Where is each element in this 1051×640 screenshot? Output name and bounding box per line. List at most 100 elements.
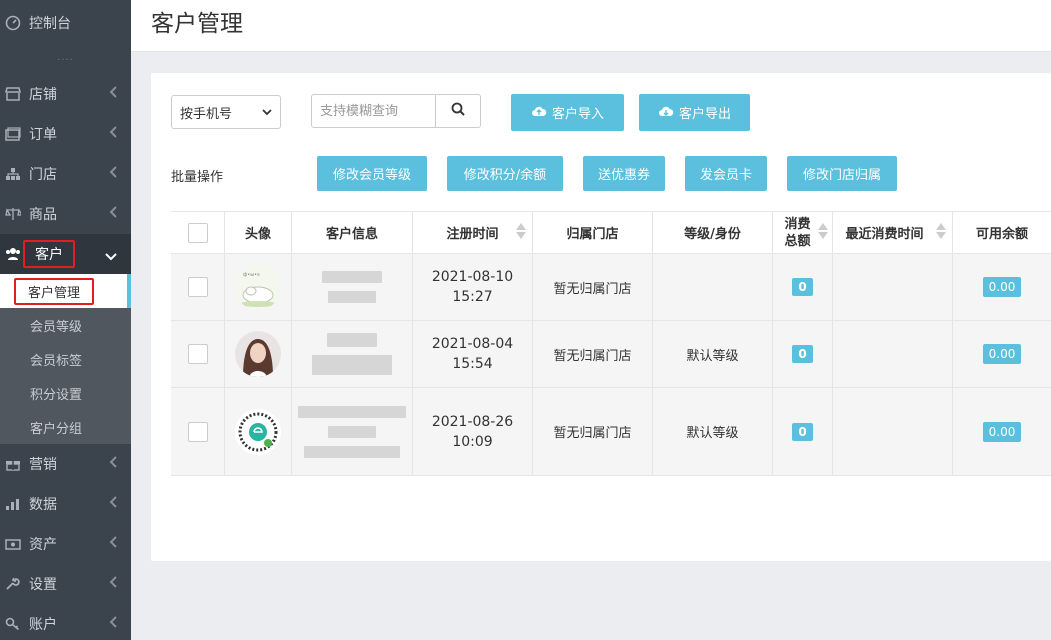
sidebar-item-customers[interactable]: 客户 bbox=[0, 234, 131, 274]
store-icon bbox=[4, 165, 22, 183]
sort-icon[interactable] bbox=[516, 223, 526, 239]
total-spend-cell: 0 bbox=[772, 321, 832, 387]
modify-store-button[interactable]: 修改门店归属 bbox=[787, 156, 897, 191]
sidebar-item-label: 控制台 bbox=[29, 16, 71, 32]
balance-cell: 0.00 bbox=[952, 254, 1051, 320]
main-card: 按手机号 客户导入 客户导出 批量操作 修改会员等级 修改积分/余额 送优惠券 … bbox=[151, 73, 1051, 561]
chevron-left-icon bbox=[109, 456, 117, 472]
header-level: 等级/身份 bbox=[652, 212, 772, 253]
table-row[interactable]: 2021-08-04 15:54 暂无归属门店 默认等级 0 0.00 bbox=[171, 321, 1051, 388]
date-text: 2021-08-26 bbox=[431, 413, 514, 430]
sidebar-item-dashboard[interactable]: 控制台 bbox=[0, 0, 131, 46]
avatar-cell bbox=[224, 321, 291, 387]
button-label: 客户导出 bbox=[678, 107, 731, 122]
sidebar-item-assets[interactable]: 资产 bbox=[0, 524, 131, 564]
search-group bbox=[311, 94, 481, 128]
sidebar-item-account[interactable]: 账户 bbox=[0, 604, 131, 640]
header-total-spend[interactable]: 消费 总额 bbox=[772, 212, 832, 253]
chevron-left-icon bbox=[109, 496, 117, 512]
goods-icon bbox=[4, 205, 22, 223]
spend-badge: 0 bbox=[792, 278, 813, 296]
date-text: 2021-08-04 bbox=[431, 336, 514, 352]
header-checkbox-cell bbox=[171, 212, 224, 253]
select-all-checkbox[interactable] bbox=[187, 222, 208, 243]
sort-icon[interactable] bbox=[936, 223, 946, 239]
total-spend-cell: 0 bbox=[772, 388, 832, 475]
header-customer-info: 客户信息 bbox=[291, 212, 412, 253]
sidebar-item-shop[interactable]: 店铺 bbox=[0, 74, 131, 114]
sub-item-label: 客户管理 bbox=[28, 285, 81, 301]
level-cell bbox=[652, 254, 772, 320]
send-coupon-button[interactable]: 送优惠券 bbox=[583, 156, 665, 191]
search-type-select[interactable]: 按手机号 bbox=[171, 95, 281, 129]
chevron-left-icon bbox=[109, 536, 117, 552]
highlight-box: 客户管理 bbox=[14, 277, 95, 305]
row-checkbox[interactable] bbox=[187, 277, 208, 297]
sidebar-item-data[interactable]: 数据 bbox=[0, 484, 131, 524]
sidebar-item-label: 设置 bbox=[29, 577, 57, 593]
modify-member-level-button[interactable]: 修改会员等级 bbox=[317, 156, 427, 191]
sidebar-item-label: 订单 bbox=[29, 127, 57, 143]
table-row[interactable]: 2021-08-26 10:09 暂无归属门店 默认等级 0 0.00 bbox=[171, 388, 1051, 476]
header-last-spend-time[interactable]: 最近消费时间 bbox=[832, 212, 952, 253]
balance-cell: 0.00 bbox=[952, 388, 1051, 475]
row-checkbox[interactable] bbox=[187, 421, 208, 442]
sidebar-item-stores[interactable]: 门店 bbox=[0, 154, 131, 194]
sort-icon[interactable] bbox=[818, 223, 828, 239]
header-avatar: 头像 bbox=[224, 212, 291, 253]
select-value: 按手机号 bbox=[180, 106, 233, 122]
balance-badge: 0.00 bbox=[982, 277, 1022, 297]
page-title: 客户管理 bbox=[151, 11, 243, 37]
header-register-time[interactable]: 注册时间 bbox=[412, 212, 532, 253]
table-header-row: 头像 客户信息 注册时间 归属门店 等级/身份 消费 总额 最近消费时间 可用余… bbox=[171, 212, 1051, 254]
sub-item-points-settings[interactable]: 积分设置 bbox=[0, 376, 131, 410]
table-row[interactable]: ф•ы•s 2021-08-10 15:27 暂无归属门店 0 0.00 bbox=[171, 254, 1051, 321]
sidebar-item-label: 客户 bbox=[35, 247, 63, 263]
sidebar-item-label: 门店 bbox=[29, 167, 57, 183]
row-checkbox[interactable] bbox=[187, 344, 208, 364]
sub-item-member-level[interactable]: 会员等级 bbox=[0, 308, 131, 342]
search-button[interactable] bbox=[436, 94, 481, 128]
import-customers-button[interactable]: 客户导入 bbox=[511, 94, 624, 131]
sidebar-item-goods[interactable]: 商品 bbox=[0, 194, 131, 234]
avatar bbox=[235, 408, 281, 455]
customer-info-cell bbox=[291, 254, 412, 320]
sidebar-item-orders[interactable]: 订单 bbox=[0, 114, 131, 154]
sub-item-customer-management[interactable]: 客户管理 bbox=[0, 274, 131, 308]
level-cell: 默认等级 bbox=[652, 321, 772, 387]
sidebar-item-label: 账户 bbox=[29, 617, 57, 633]
issue-member-card-button[interactable]: 发会员卡 bbox=[685, 156, 767, 191]
sidebar-item-label: 数据 bbox=[29, 497, 57, 513]
button-label: 客户导入 bbox=[551, 107, 604, 122]
page-header: 客户管理 bbox=[131, 0, 1051, 52]
spend-badge: 0 bbox=[792, 345, 813, 363]
shop-icon bbox=[4, 85, 22, 103]
order-icon bbox=[4, 125, 22, 143]
register-time-cell: 2021-08-26 10:09 bbox=[412, 388, 532, 475]
modify-points-balance-button[interactable]: 修改积分/余额 bbox=[447, 156, 563, 191]
avatar-cell: ф•ы•s bbox=[224, 254, 291, 320]
time-text: 15:54 bbox=[452, 356, 493, 372]
search-icon bbox=[451, 102, 465, 120]
sub-item-member-tag[interactable]: 会员标签 bbox=[0, 342, 131, 376]
row-checkbox-cell bbox=[171, 321, 224, 387]
header-label: 消费 bbox=[784, 216, 811, 232]
chevron-left-icon bbox=[109, 166, 117, 182]
chevron-left-icon bbox=[109, 576, 117, 592]
header-label: 最近消费时间 bbox=[845, 227, 924, 242]
sidebar-item-marketing[interactable]: 营销 bbox=[0, 444, 131, 484]
header-balance: 可用余额 bbox=[952, 212, 1051, 253]
store-cell: 暂无归属门店 bbox=[532, 254, 652, 320]
export-customers-button[interactable]: 客户导出 bbox=[639, 94, 750, 131]
customer-table: 头像 客户信息 注册时间 归属门店 等级/身份 消费 总额 最近消费时间 可用余… bbox=[171, 211, 1051, 476]
sub-item-customer-group[interactable]: 客户分组 bbox=[0, 410, 131, 444]
chevron-left-icon bbox=[109, 206, 117, 222]
sidebar-item-label: 商品 bbox=[29, 207, 57, 223]
sidebar-item-settings[interactable]: 设置 bbox=[0, 564, 131, 604]
search-input[interactable] bbox=[311, 94, 436, 128]
time-text: 10:09 bbox=[452, 433, 493, 450]
users-icon bbox=[4, 245, 22, 263]
avatar bbox=[235, 331, 281, 377]
balance-badge: 0.00 bbox=[982, 344, 1022, 364]
sidebar-item-label: 资产 bbox=[29, 537, 57, 553]
